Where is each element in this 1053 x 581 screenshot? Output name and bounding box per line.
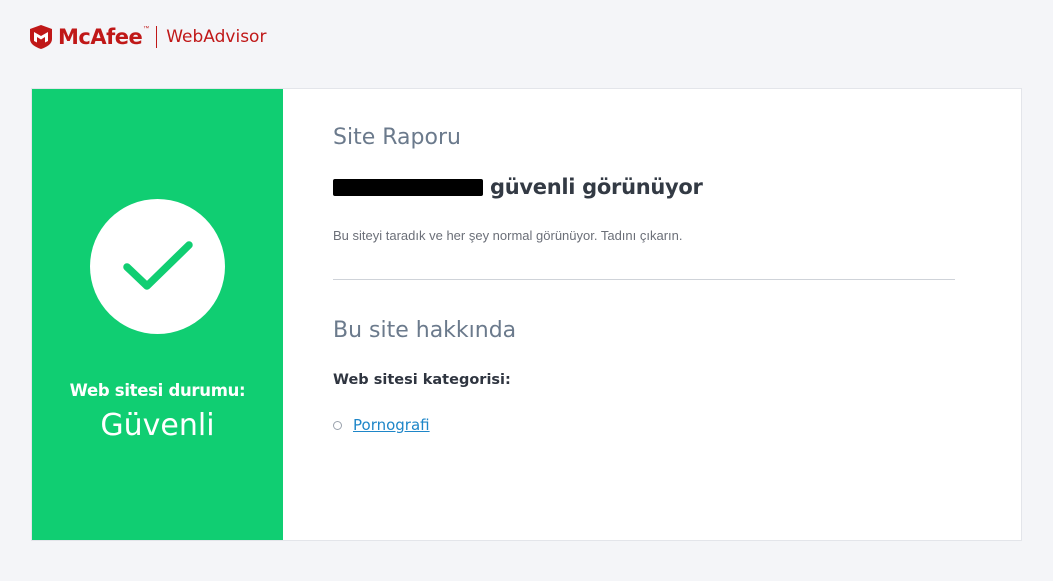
trademark-symbol: ™: [143, 26, 150, 32]
site-report-card: Web sitesi durumu: Güvenli Site Raporu g…: [31, 88, 1022, 541]
mcafee-shield-icon: [30, 25, 52, 49]
brand-name: McAfee: [58, 25, 143, 49]
status-value: Güvenli: [100, 408, 215, 443]
site-status-line: güvenli görünüyor: [333, 175, 703, 199]
check-circle: [90, 199, 225, 334]
report-title: Site Raporu: [333, 125, 461, 150]
logo-separator: [156, 26, 158, 48]
redacted-site-name: [333, 178, 483, 196]
bullet-icon: [333, 420, 342, 430]
header: McAfee ™ WebAdvisor: [30, 22, 266, 52]
status-panel: Web sitesi durumu: Güvenli: [32, 89, 283, 540]
report-content: Site Raporu güvenli görünüyor Bu siteyi …: [333, 89, 955, 540]
category-link[interactable]: Pornografi: [353, 416, 430, 434]
status-label: Web sitesi durumu:: [69, 381, 246, 400]
site-description: Bu siteyi taradık ve her şey normal görü…: [333, 228, 683, 243]
category-label: Web sitesi kategorisi:: [333, 372, 511, 388]
category-list-item: Pornografi: [333, 416, 430, 434]
section-divider: [333, 279, 955, 280]
checkmark-icon: [122, 240, 193, 290]
site-status-text: güvenli görünüyor: [490, 175, 703, 199]
product-name: WebAdvisor: [166, 27, 267, 47]
about-title: Bu site hakkında: [333, 318, 517, 343]
